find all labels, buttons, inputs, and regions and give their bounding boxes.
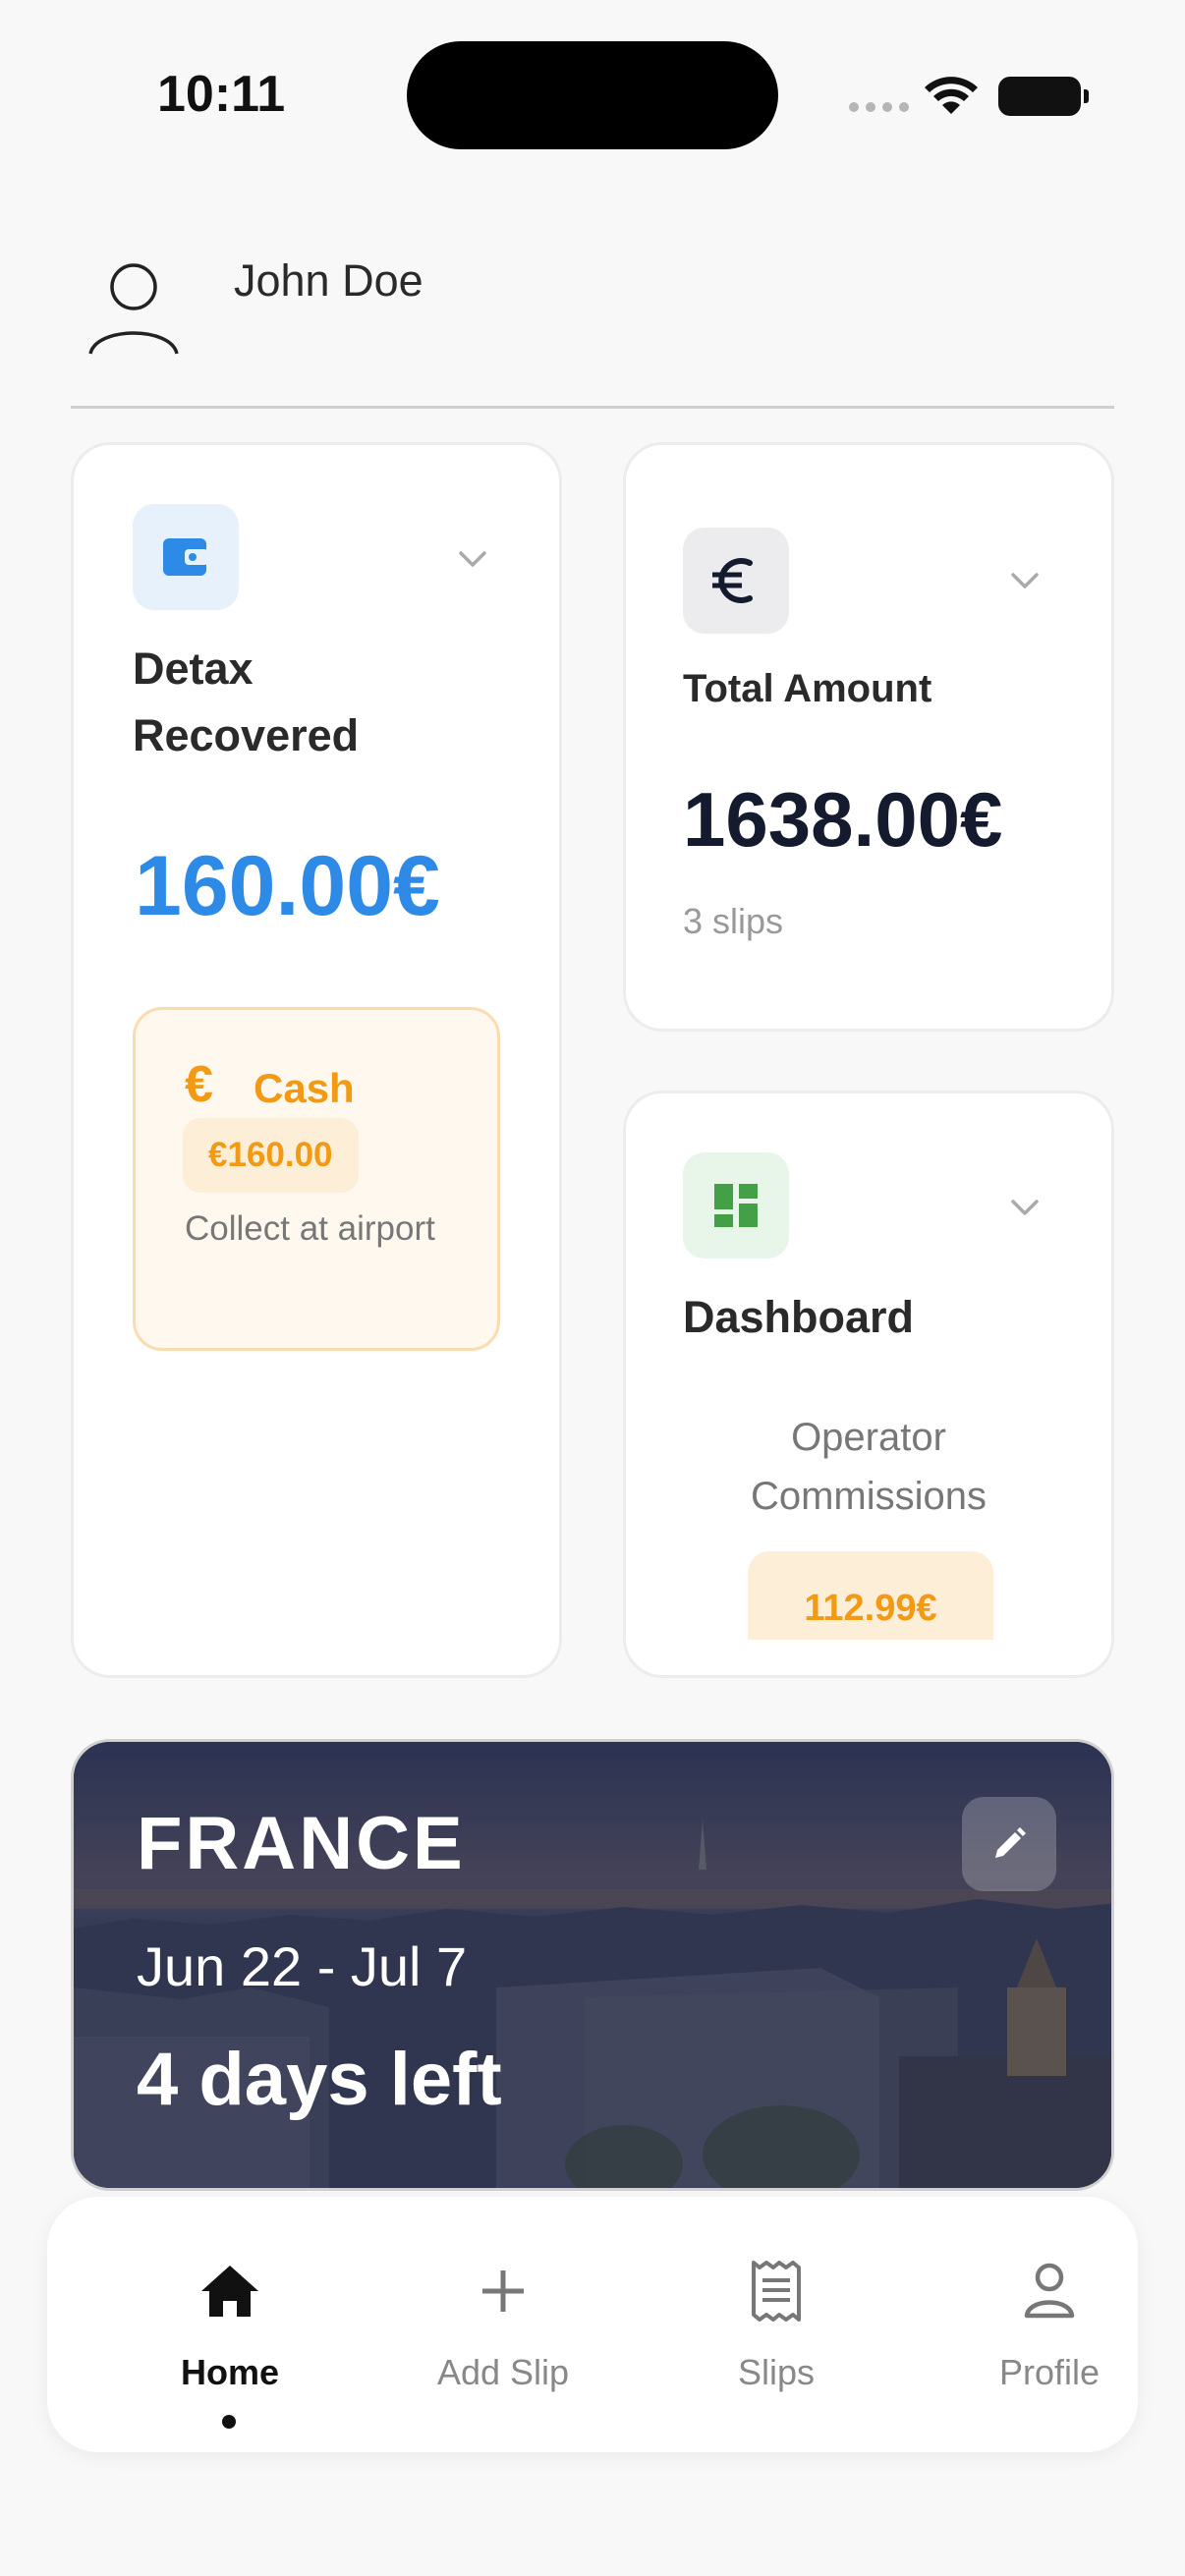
profile-header[interactable]: John Doe	[71, 236, 1114, 409]
card-title: Total Amount	[683, 667, 932, 710]
tab-home[interactable]: Home	[112, 2258, 348, 2425]
active-tab-indicator	[222, 2415, 236, 2429]
tab-label: Home	[180, 2352, 280, 2392]
total-amount: 1638.00€	[683, 776, 1003, 863]
user-name: John Doe	[234, 255, 423, 306]
cash-note: Collect at airport	[185, 1209, 435, 1248]
dashboard-card[interactable]: Dashboard Operator Commissions 112.99€	[623, 1091, 1114, 1678]
cash-refund-box: € Cash €160.00 Collect at airport	[133, 1007, 500, 1351]
card-title: Dashboard	[683, 1292, 915, 1342]
trip-country: FRANCE	[137, 1802, 466, 1885]
pencil-icon	[995, 1827, 1026, 1858]
person-icon	[1024, 2263, 1075, 2319]
cash-label: Cash	[254, 1065, 355, 1111]
trip-dates: Jun 22 - Jul 7	[137, 1935, 468, 1997]
cash-amount-badge: €160.00	[183, 1118, 359, 1193]
tab-slips[interactable]: Slips	[658, 2258, 894, 2425]
detax-recovered-card[interactable]: Detax Recovered 160.00€ € Cash €160.00 C…	[71, 442, 562, 1678]
total-amount-card[interactable]: Total Amount 1638.00€ 3 slips	[623, 442, 1114, 1032]
dashboard-icon	[714, 1184, 758, 1227]
battery-icon	[998, 77, 1089, 116]
chevron-down-icon[interactable]	[1005, 561, 1044, 600]
receipt-icon	[752, 2261, 801, 2322]
plus-icon	[482, 2270, 524, 2312]
tab-profile[interactable]: Profile	[931, 2258, 1167, 2425]
dashboard-icon-box	[683, 1152, 789, 1259]
tab-label: Add Slip	[436, 2352, 570, 2392]
dynamic-island	[407, 41, 778, 149]
status-time: 10:11	[157, 66, 286, 123]
status-bar: 10:11	[0, 0, 1185, 187]
operator-commissions-value: 112.99€	[748, 1551, 993, 1640]
edit-trip-button[interactable]	[962, 1797, 1056, 1891]
slip-count: 3 slips	[683, 901, 784, 941]
cellular-signal-icon	[849, 102, 909, 112]
euro-icon: €	[185, 1056, 213, 1113]
trip-days-left: 4 days left	[137, 2038, 502, 2121]
tab-label: Slips	[737, 2352, 816, 2392]
tab-label: Profile	[998, 2352, 1100, 2392]
operator-commissions-label: Operator Commissions	[750, 1416, 988, 1518]
chevron-down-icon[interactable]	[1005, 1188, 1044, 1227]
wifi-icon	[925, 77, 978, 114]
euro-icon-box	[683, 528, 789, 634]
chevron-down-icon[interactable]	[453, 539, 492, 579]
wallet-icon-box	[133, 504, 239, 610]
wallet-icon	[163, 538, 208, 576]
bottom-tab-bar: Home Add Slip Slips Profile	[47, 2197, 1138, 2452]
euro-icon	[712, 558, 753, 603]
user-avatar-icon	[88, 263, 179, 355]
detax-amount: 160.00€	[135, 839, 440, 933]
card-title: Detax Recovered	[133, 644, 360, 760]
trip-card[interactable]: FRANCE Jun 22 - Jul 7 4 days left	[71, 1739, 1114, 2191]
tab-add-slip[interactable]: Add Slip	[385, 2258, 621, 2425]
home-icon	[201, 2266, 258, 2317]
